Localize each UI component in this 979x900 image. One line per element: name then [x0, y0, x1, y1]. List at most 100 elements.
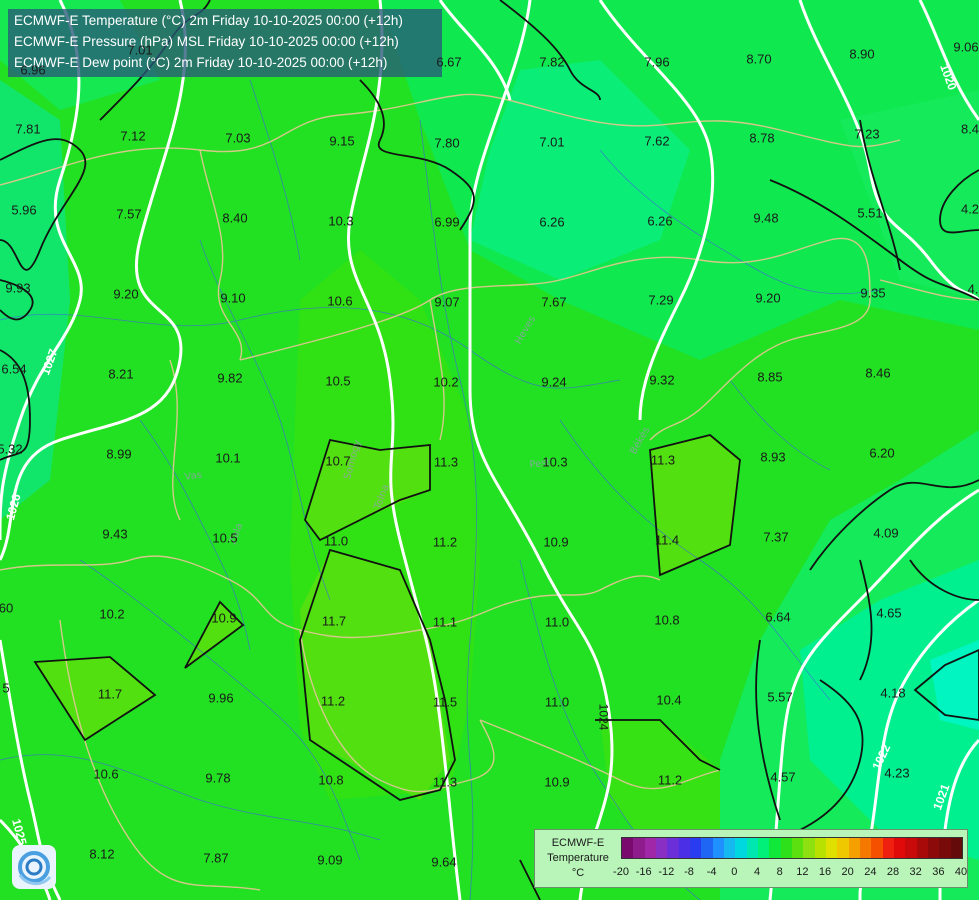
- grid-value: 10.4: [656, 692, 682, 708]
- grid-value: 7.01: [127, 42, 153, 58]
- legend-title-line: Temperature: [547, 852, 609, 864]
- grid-value: 7.81: [15, 121, 41, 137]
- grid-value: 10.7: [325, 453, 351, 469]
- legend-swatch: [769, 838, 781, 858]
- grid-value: 10.6: [327, 293, 353, 309]
- grid-value: 7.01: [539, 134, 565, 150]
- grid-value: 9.09: [317, 852, 343, 868]
- grid-value: 10.9: [544, 774, 570, 790]
- grid-value: 9.96: [208, 690, 234, 706]
- legend-swatch: [701, 838, 713, 858]
- legend-swatch: [622, 838, 634, 858]
- grid-value: 11.0: [544, 614, 570, 630]
- grid-value: 8.4: [960, 121, 979, 137]
- legend-swatch: [791, 838, 804, 858]
- legend-swatch: [825, 838, 838, 858]
- ecmwf-logo: [12, 845, 56, 889]
- grid-value: 5.51: [857, 205, 883, 221]
- grid-value: 6.26: [539, 214, 565, 230]
- grid-value: 7.96: [644, 54, 670, 70]
- legend-swatch: [893, 838, 906, 858]
- grid-value: 5.96: [11, 202, 37, 218]
- grid-value: 11.7: [97, 686, 123, 702]
- grid-value: 9.20: [755, 290, 781, 306]
- grid-value: 8.78: [749, 130, 775, 146]
- grid-value: 11.0: [544, 694, 570, 710]
- grid-value: 6.99: [434, 214, 460, 230]
- grid-value: 7.80: [434, 135, 460, 151]
- grid-value: 5.57: [767, 689, 793, 705]
- grid-value: 9.24: [541, 374, 567, 390]
- grid-value: 8.70: [746, 51, 772, 67]
- grid-value: 11.5: [432, 694, 458, 710]
- grid-value: 9.35: [860, 285, 886, 301]
- grid-value: 10.3: [328, 213, 354, 229]
- legend-tick: 36: [932, 866, 945, 878]
- legend-swatch: [667, 838, 679, 858]
- legend-swatch: [939, 838, 951, 858]
- grid-value: 8.90: [849, 46, 875, 62]
- legend-swatch: [871, 838, 883, 858]
- grid-value: 7.67: [541, 294, 567, 310]
- grid-value: 9.43: [102, 526, 128, 542]
- temperature-legend: ECMWF-E Temperature °C -20 -16 -12 -8 -4 0 4 8 1…: [534, 829, 968, 888]
- grid-value: 11.3: [650, 452, 676, 468]
- grid-value: 11.3: [432, 774, 458, 790]
- grid-value: 11.3: [433, 454, 459, 470]
- legend-tick: -16: [635, 866, 652, 878]
- legend-swatch: [814, 838, 826, 858]
- grid-value: 11.4: [654, 532, 680, 548]
- grid-value: 10.9: [211, 610, 237, 626]
- legend-title-line: ECMWF-E: [551, 837, 605, 849]
- legend-swatch: [803, 838, 815, 858]
- legend-swatch: [723, 838, 736, 858]
- legend-title: ECMWF-E Temperature °C: [539, 836, 617, 881]
- grid-value: 7.23: [854, 126, 880, 142]
- grid-value: 9.32: [649, 372, 675, 388]
- legend-swatch: [655, 838, 668, 858]
- legend-tick: -8: [684, 866, 694, 878]
- legend-tick: -4: [706, 866, 717, 878]
- isobar-label: 1024: [596, 703, 611, 731]
- grid-value: 9.48: [753, 210, 779, 226]
- grid-value: 9.15: [329, 133, 355, 149]
- grid-value: 4.65: [876, 605, 902, 621]
- grid-value: 7.03: [225, 130, 251, 146]
- swirl-icon: [18, 851, 52, 885]
- forecast-map: Vas Heves Pest Békés Somogy Tolna Zala: [0, 0, 979, 900]
- legend-tick: 8: [776, 866, 783, 878]
- legend-swatch: [633, 838, 645, 858]
- grid-value: 7.57: [116, 206, 142, 222]
- legend-tick: 0: [731, 866, 738, 878]
- grid-value: 10.1: [215, 450, 241, 466]
- legend-tick: -12: [658, 866, 675, 878]
- grid-value: 4.: [967, 281, 979, 297]
- grid-value: 4.23: [884, 765, 910, 781]
- legend-swatch: [780, 838, 792, 858]
- grid-value: 9.78: [205, 770, 231, 786]
- legend-tick: 16: [818, 866, 832, 878]
- grid-value: 9.07: [434, 294, 460, 310]
- grid-value: 7.82: [539, 54, 565, 70]
- legend-swatch: [905, 838, 917, 858]
- title-temperature: ECMWF-E Temperature (°C) 2m Friday 10-10…: [14, 13, 403, 28]
- grid-value: 9.06: [953, 39, 979, 55]
- legend-tick: 12: [796, 866, 809, 878]
- grid-value: 4.2: [960, 201, 979, 217]
- legend-swatch: [916, 838, 928, 858]
- title-pressure: ECMWF-E Pressure (hPa) MSL Friday 10-10-…: [14, 34, 399, 49]
- grid-value: 9.64: [431, 854, 457, 870]
- grid-value: 10.9: [543, 534, 569, 550]
- grid-value: 9.20: [113, 286, 139, 302]
- grid-value: 10.2: [433, 374, 459, 390]
- legend-swatch: [644, 838, 656, 858]
- grid-value: 6.54: [1, 361, 27, 377]
- grid-value: 8.21: [108, 366, 134, 382]
- grid-value: 7.62: [644, 133, 670, 149]
- legend-tick: 28: [886, 866, 900, 878]
- grid-value: 11.1: [432, 614, 458, 630]
- legend-tick: 32: [909, 866, 922, 878]
- grid-value: 60: [0, 600, 14, 616]
- grid-value: 8.85: [757, 369, 783, 385]
- grid-value: 10.5: [212, 530, 238, 546]
